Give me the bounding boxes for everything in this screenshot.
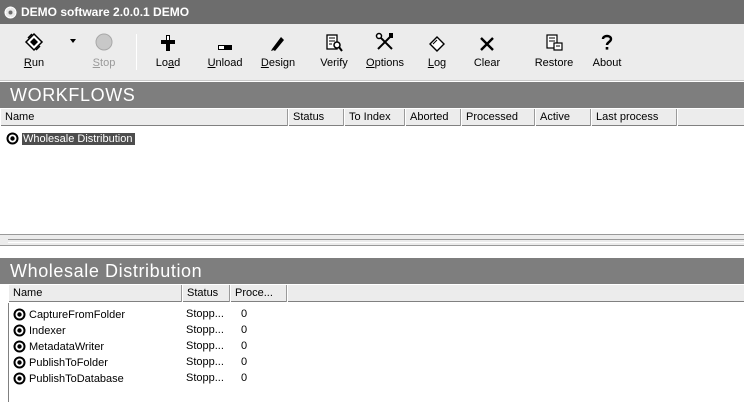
unload-icon (217, 28, 233, 52)
workflow-name[interactable]: Wholesale Distribution (22, 132, 136, 145)
column-header-filler (677, 109, 744, 126)
column-header-name[interactable]: Name (0, 109, 288, 126)
verify-button[interactable]: Verify (316, 28, 352, 78)
design-icon (269, 28, 287, 52)
options-icon (375, 28, 395, 52)
column-header-status[interactable]: Status (288, 109, 344, 126)
clear-icon (479, 28, 495, 52)
step-status: Stopp... (186, 356, 224, 368)
column-header-processed[interactable]: Processed (461, 109, 535, 126)
pane-splitter[interactable] (0, 234, 744, 246)
unload-button[interactable]: Unload (202, 28, 248, 78)
steps-list[interactable]: CaptureFromFolder Stopp... 0 Indexer Sto… (8, 303, 744, 402)
run-icon (23, 28, 45, 52)
title-bar[interactable]: DEMO software 2.0.0.1 DEMO (0, 0, 744, 24)
step-name: PublishToDatabase (29, 372, 124, 385)
step-processed: 0 (241, 340, 248, 352)
workflow-row[interactable]: Wholesale Distribution (6, 131, 136, 146)
step-gear-icon (13, 372, 26, 385)
column-header-filler (287, 285, 744, 302)
step-gear-icon (13, 308, 26, 321)
log-button[interactable]: Log (420, 28, 454, 78)
about-button[interactable]: About (588, 28, 626, 78)
step-name: Indexer (29, 324, 66, 337)
column-header-active[interactable]: Active (535, 109, 591, 126)
step-row-name[interactable]: PublishToFolder (13, 355, 108, 370)
step-status: Stopp... (186, 308, 224, 320)
step-status: Stopp... (186, 340, 224, 352)
step-row-name[interactable]: CaptureFromFolder (13, 307, 125, 322)
workflows-heading: WORKFLOWS (0, 82, 744, 108)
stop-button[interactable]: Stop (86, 28, 122, 78)
step-status: Stopp... (186, 324, 224, 336)
column-header-last-process[interactable]: Last process (591, 109, 677, 126)
step-gear-icon (13, 324, 26, 337)
column-header-to-index[interactable]: To Index (344, 109, 405, 126)
steps-table-header: Name Status Proce... (8, 285, 744, 302)
workflow-gear-icon (6, 132, 19, 145)
restore-button[interactable]: Restore (532, 28, 576, 78)
column-header-name[interactable]: Name (8, 285, 182, 302)
step-row-name[interactable]: MetadataWriter (13, 339, 104, 354)
restore-icon (545, 28, 563, 52)
step-status: Stopp... (186, 372, 224, 384)
step-processed: 0 (241, 356, 248, 368)
column-header-aborted[interactable]: Aborted (405, 109, 461, 126)
step-row-name[interactable]: Indexer (13, 323, 66, 338)
step-name: PublishToFolder (29, 356, 108, 369)
column-header-processed[interactable]: Proce... (230, 285, 287, 302)
load-button[interactable]: Load (151, 28, 185, 78)
step-processed: 0 (241, 372, 248, 384)
verify-icon (325, 28, 343, 52)
question-mark-icon (601, 28, 613, 52)
step-row-name[interactable]: PublishToDatabase (13, 371, 124, 386)
toolbar: Run Stop Load Unload Design Verify Optio… (0, 24, 744, 81)
app-icon (4, 6, 17, 19)
workflow-detail-heading: Wholesale Distribution (0, 258, 744, 284)
toolbar-separator (136, 34, 137, 70)
clear-button[interactable]: Clear (470, 28, 504, 78)
step-name: MetadataWriter (29, 340, 104, 353)
step-gear-icon (13, 356, 26, 369)
step-gear-icon (13, 340, 26, 353)
step-processed: 0 (241, 324, 248, 336)
step-name: CaptureFromFolder (29, 308, 125, 321)
load-icon (160, 28, 176, 52)
options-button[interactable]: Options (364, 28, 406, 78)
workflows-list[interactable]: Wholesale Distribution (0, 127, 744, 234)
workflows-table-header: Name Status To Index Aborted Processed A… (0, 109, 744, 126)
run-dropdown-arrow-icon[interactable] (68, 36, 78, 46)
run-button[interactable]: Run (14, 28, 54, 78)
stop-icon (94, 28, 114, 52)
log-icon (428, 28, 446, 52)
column-header-status[interactable]: Status (182, 285, 230, 302)
window-title: DEMO software 2.0.0.1 DEMO (21, 5, 190, 19)
step-processed: 0 (241, 308, 248, 320)
design-button[interactable]: Design (258, 28, 298, 78)
